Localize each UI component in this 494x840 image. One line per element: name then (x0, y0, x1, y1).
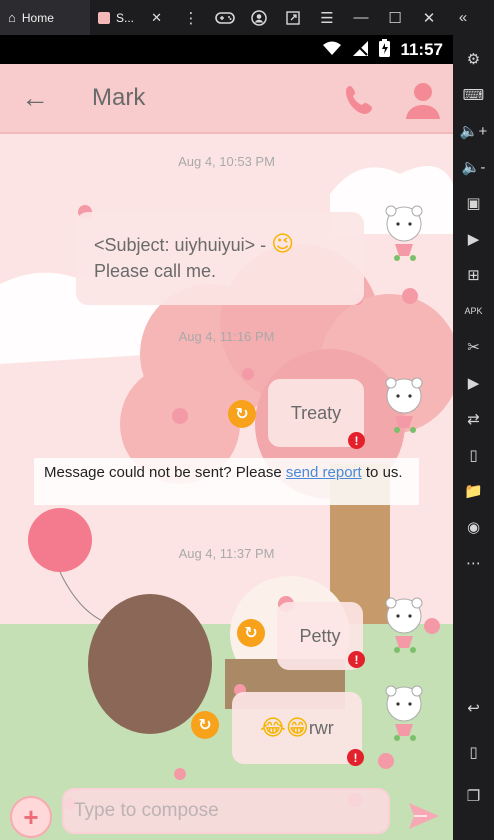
compose-bar: + Type to compose (0, 774, 453, 840)
location-icon[interactable]: ◉ (453, 509, 494, 545)
collapse-sidebar-icon[interactable]: « (446, 0, 480, 35)
send-report-link[interactable]: send report (286, 464, 362, 481)
wifi-icon (322, 41, 342, 59)
more-vert-icon[interactable]: ⋮ (174, 0, 208, 35)
home-nav-icon[interactable]: ▯ (453, 730, 494, 774)
android-status-bar: 11:57 (0, 35, 453, 64)
more-icon[interactable]: ⋯ (453, 545, 494, 581)
close-window-icon[interactable]: ✕ (412, 0, 446, 35)
message-timestamp: Aug 4, 10:53 PM (178, 154, 275, 169)
contact-name: Mark (92, 84, 146, 111)
conversation-screen: ← Mark Aug 4, 10:53 PM <Subject: uiyhuiy… (0, 64, 453, 840)
back-arrow-icon[interactable]: ← (0, 64, 70, 133)
message-bubble[interactable]: <Subject: uiyhuiyui> - 😉 Please call me. (76, 212, 364, 305)
clock: 11:57 (400, 39, 443, 59)
resend-icon[interactable]: ↻ (237, 619, 265, 647)
emulator-top-bar: ⌂ Home S... ✕ ⋮ ☰ — ☐ ✕ « (0, 0, 494, 35)
back-nav-icon[interactable]: ↩ (453, 686, 494, 730)
apk-icon[interactable]: APK (453, 293, 494, 329)
error-text: Message could not be sent? Please (44, 464, 286, 481)
message-text: Treaty (290, 402, 342, 423)
gamepad-icon[interactable] (208, 0, 242, 35)
no-signal-icon (352, 40, 369, 60)
tab-app[interactable]: S... ✕ (90, 0, 170, 35)
tab-home[interactable]: ⌂ Home (0, 0, 90, 35)
message-text: Please call me. (94, 261, 217, 281)
screenshot-icon[interactable]: ▣ (453, 185, 494, 221)
send-error-banner: Message could not be sent? Please send r… (34, 458, 419, 505)
folder-icon[interactable]: 📁 (453, 473, 494, 509)
error-icon[interactable]: ! (347, 749, 364, 766)
message-timestamp: Aug 4, 11:37 PM (178, 546, 275, 561)
emulator-sidebar: ⚙ ⌨ 🔈+ 🔈- ▣ ▶ ⊞ APK ✂ ▶ ⇄ ▯ 📁 ◉ ⋯ ↩ ▯ ❐ (453, 35, 494, 840)
scissors-icon[interactable]: ✂ (453, 329, 494, 365)
message-bubble[interactable]: 😂😁 rwr (232, 692, 362, 764)
video-icon[interactable]: ▶ (453, 365, 494, 401)
close-tab-icon[interactable]: ✕ (151, 10, 162, 26)
record-icon[interactable]: ▶ (453, 221, 494, 257)
add-window-icon[interactable]: ⊞ (453, 257, 494, 293)
settings-icon[interactable]: ⚙ (453, 41, 494, 77)
volume-up-icon[interactable]: 🔈+ (453, 113, 494, 149)
send-icon[interactable] (402, 796, 446, 836)
message-text: Petty (299, 625, 341, 646)
error-text-suffix: to us. (361, 464, 403, 481)
home-icon: ⌂ (8, 10, 16, 25)
contact-avatar[interactable] (381, 376, 427, 434)
menu-icon[interactable]: ☰ (310, 0, 344, 35)
sync-icon[interactable]: ⇄ (453, 401, 494, 437)
phone-icon[interactable] (338, 78, 382, 122)
account-icon[interactable] (242, 0, 276, 35)
wink-emoji: 😉 (271, 232, 295, 257)
message-timestamp: Aug 4, 11:16 PM (178, 329, 275, 344)
resend-icon[interactable]: ↻ (228, 400, 256, 428)
contact-avatar[interactable] (381, 684, 427, 742)
tab-app-label: S... (116, 10, 135, 25)
shake-icon[interactable]: ▯ (453, 437, 494, 473)
person-icon[interactable] (398, 76, 448, 124)
keyboard-icon[interactable]: ⌨ (453, 77, 494, 113)
error-icon[interactable]: ! (348, 432, 365, 449)
conversation-header: ← Mark (0, 64, 453, 134)
battery-charging-icon (379, 39, 391, 60)
contact-avatar[interactable] (381, 204, 427, 262)
app-icon (98, 11, 110, 24)
resend-icon[interactable]: ↻ (191, 711, 219, 739)
volume-down-icon[interactable]: 🔈- (453, 149, 494, 185)
error-icon[interactable]: ! (348, 651, 365, 668)
contact-avatar[interactable] (381, 596, 427, 654)
message-text: rwr (308, 717, 334, 738)
maximize-icon[interactable]: ☐ (378, 0, 412, 35)
minimize-icon[interactable]: — (344, 0, 378, 35)
recents-nav-icon[interactable]: ❐ (453, 774, 494, 818)
attach-plus-icon[interactable]: + (10, 796, 52, 838)
message-subject: <Subject: uiyhuiyui> - (94, 235, 267, 255)
compose-input[interactable]: Type to compose (62, 788, 390, 834)
expand-window-icon[interactable] (276, 0, 310, 35)
laughing-emoji: 😂😁 (260, 715, 309, 741)
tab-home-label: Home (21, 10, 54, 25)
